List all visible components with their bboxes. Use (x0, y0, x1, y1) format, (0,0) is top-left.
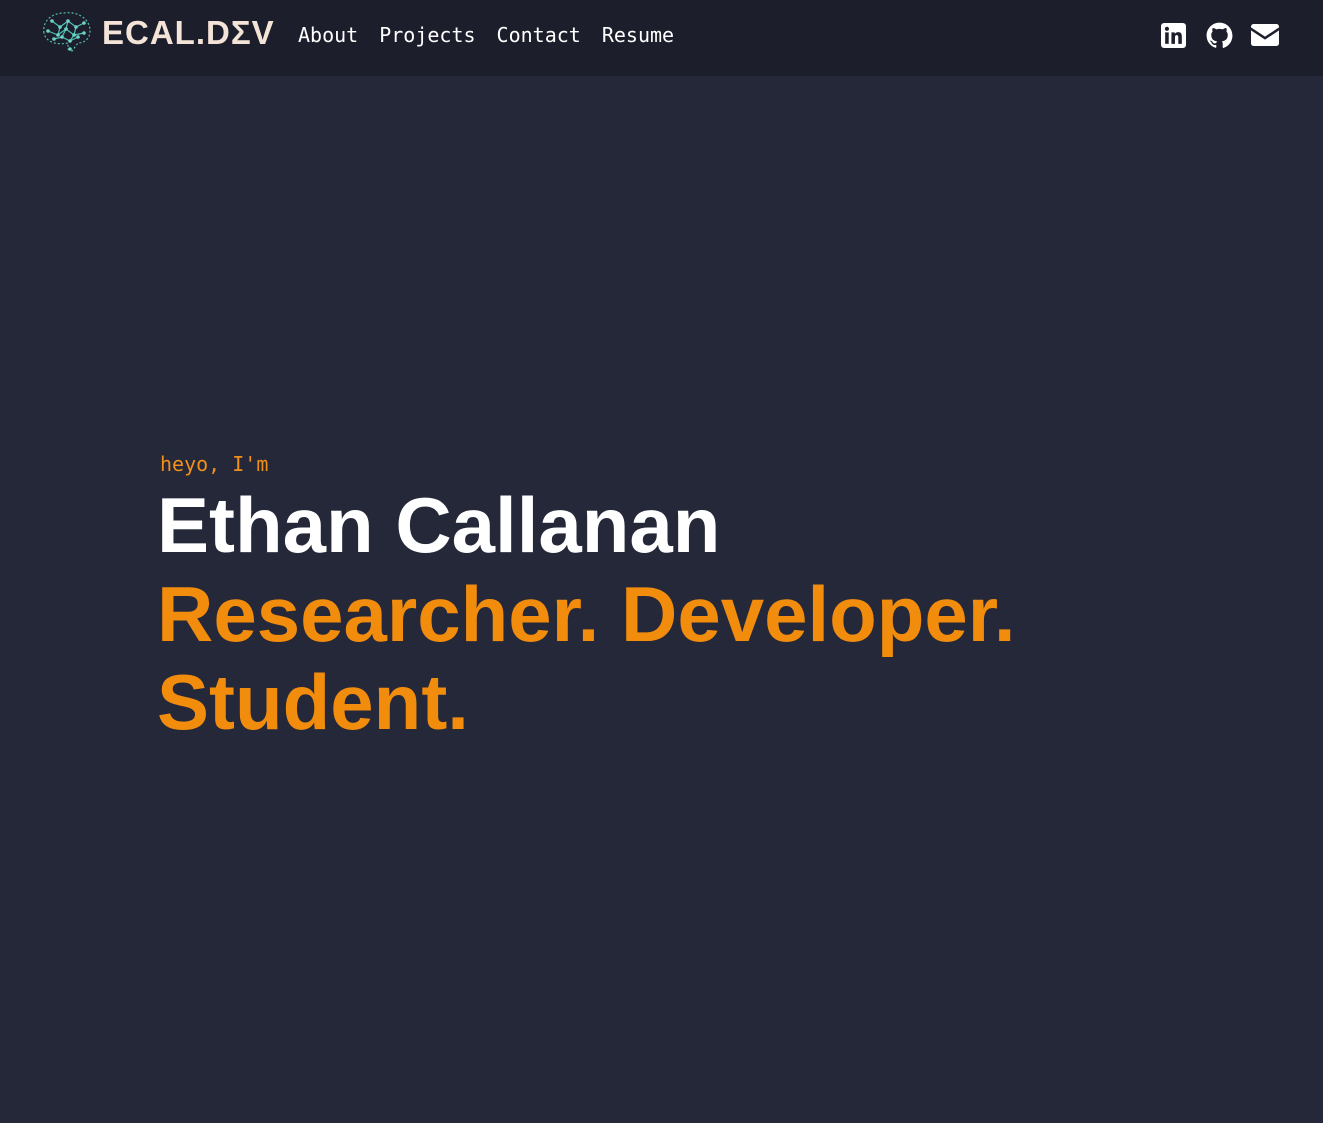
hero-tagline: Researcher. Developer. Student. (157, 570, 1016, 746)
social-links (1159, 20, 1279, 50)
main-nav: About Projects Contact Resume (298, 20, 674, 50)
github-icon (1206, 22, 1232, 48)
neural-brain-icon (43, 12, 91, 52)
github-link[interactable] (1205, 20, 1233, 50)
nav-link-contact[interactable]: Contact (497, 20, 581, 50)
email-icon (1251, 24, 1279, 46)
linkedin-icon (1160, 22, 1186, 48)
nav-link-about[interactable]: About (298, 20, 358, 50)
nav-link-resume[interactable]: Resume (602, 20, 674, 50)
nav-link-projects[interactable]: Projects (379, 20, 475, 50)
email-link[interactable] (1251, 20, 1279, 50)
linkedin-link[interactable] (1159, 20, 1187, 50)
brand-home-link[interactable]: ECAL.DΣV (38, 6, 275, 58)
brand-wordmark: ECAL.DΣV (102, 13, 275, 51)
navbar: ECAL.DΣV About Projects Contact Resume (0, 0, 1323, 76)
hero-name: Ethan Callanan (157, 481, 721, 569)
hero-greeting: heyo, I'm (160, 452, 269, 476)
hero-section: heyo, I'm Ethan Callanan Researcher. Dev… (157, 450, 1117, 746)
